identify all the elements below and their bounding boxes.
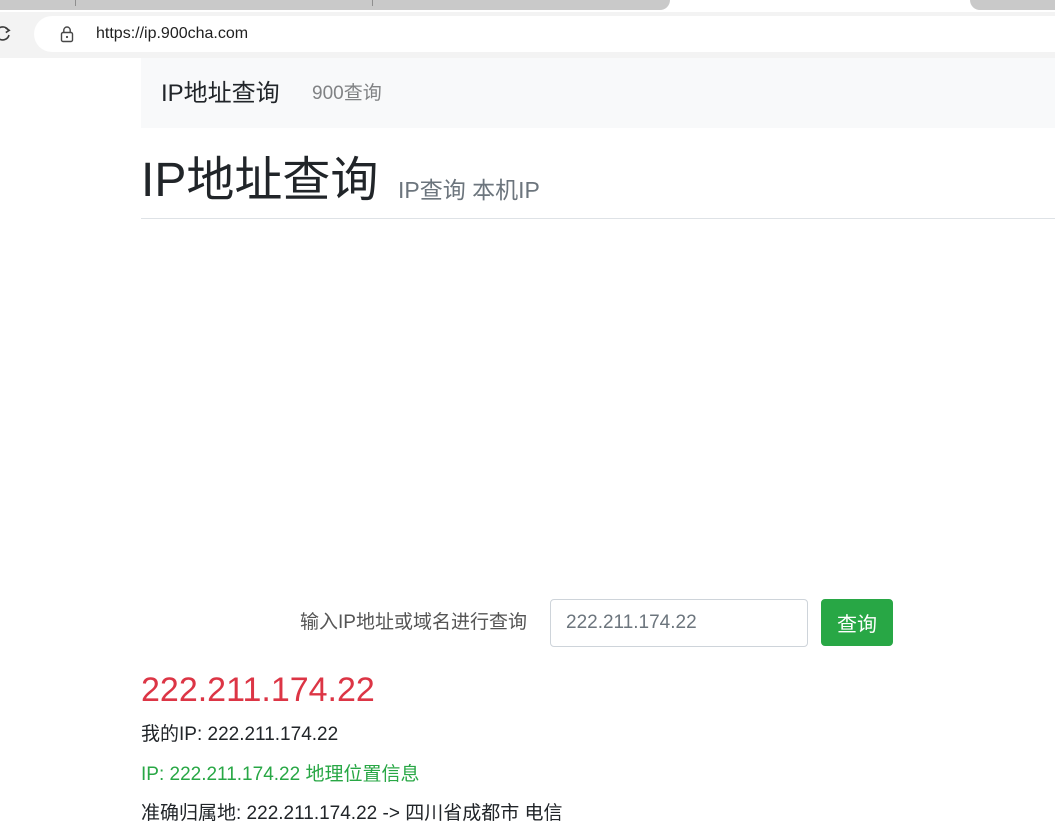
site-navbar: IP地址查询 900查询 <box>141 58 1055 128</box>
browser-tab-inactive[interactable] <box>0 0 670 10</box>
page-title: IP地址查询 <box>141 154 379 207</box>
browser-toolbar: https://ip.900cha.com <box>0 12 1055 58</box>
address-bar[interactable]: https://ip.900cha.com <box>34 16 1055 52</box>
tab-strip <box>0 0 1055 12</box>
tab-separator <box>372 0 373 6</box>
query-button[interactable]: 查询 <box>821 599 893 646</box>
nav-link-900cha[interactable]: 900查询 <box>312 58 382 128</box>
geo-info-link[interactable]: IP: 222.211.174.22 地理位置信息 <box>141 764 419 785</box>
reload-icon[interactable] <box>0 24 13 44</box>
page-header: IP地址查询 IP查询 本机IP <box>141 144 1055 219</box>
ip-result-heading: 222.211.174.22 <box>141 671 375 709</box>
tab-separator <box>75 0 76 6</box>
page-subtitle: IP查询 本机IP <box>398 177 540 203</box>
lock-icon[interactable] <box>58 25 76 43</box>
location-text: 准确归属地: 222.211.174.22 -> 四川省成都市 电信 <box>141 803 563 824</box>
ip-query-input[interactable] <box>550 599 808 647</box>
query-label: 输入IP地址或域名进行查询 <box>300 612 527 633</box>
navbar-brand[interactable]: IP地址查询 <box>161 58 280 128</box>
url-text[interactable]: https://ip.900cha.com <box>96 16 248 52</box>
browser-tab-inactive[interactable] <box>970 0 1055 10</box>
my-ip-text: 我的IP: 222.211.174.22 <box>141 724 339 745</box>
